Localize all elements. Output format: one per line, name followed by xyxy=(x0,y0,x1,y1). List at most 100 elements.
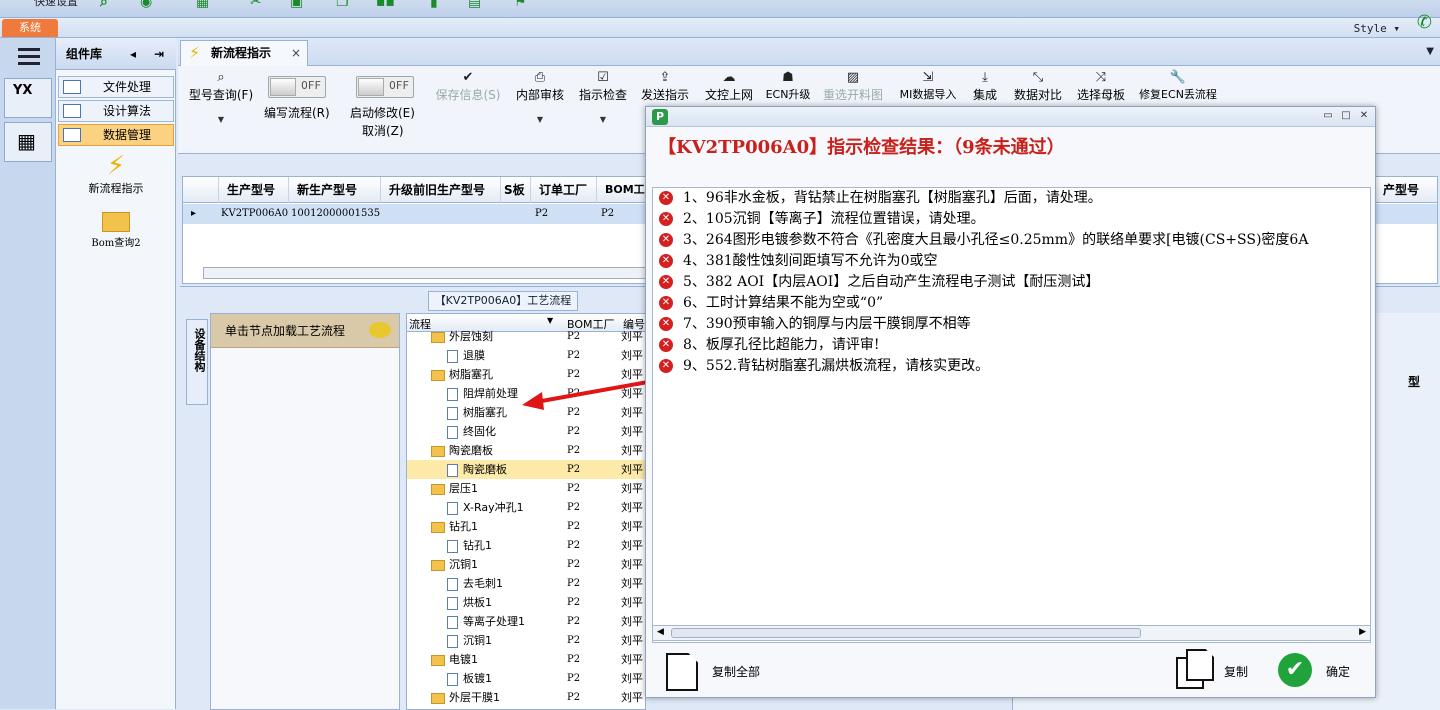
node-text: 陶瓷磨板 xyxy=(463,463,507,476)
tree-row[interactable]: 沉铜1 P2 刘平 xyxy=(407,555,645,574)
process-tab[interactable]: 【KV2TP006A0】工艺流程 xyxy=(428,291,578,311)
tool-new-flow-instruction[interactable]: ⚡ 新流程指示 xyxy=(56,152,176,196)
tree-row[interactable]: 钻孔1 P2 刘平 xyxy=(407,517,645,536)
grid-header[interactable]: 生产型号 xyxy=(219,177,289,203)
library-item-data-management[interactable]: 数据管理 xyxy=(58,124,174,146)
grid-header[interactable]: BOM工厂 xyxy=(597,177,647,203)
grid-header[interactable]: 升级前旧生产型号 xyxy=(381,177,501,203)
instruction-check-button[interactable]: ☑ 指示检查 ▼ xyxy=(576,70,630,124)
write-flow-toggle[interactable]: OFF xyxy=(268,76,326,98)
close-icon[interactable]: ✕ xyxy=(1357,109,1371,123)
tool-bom-query[interactable]: Bom查询2 xyxy=(56,208,176,249)
menu-button[interactable] xyxy=(4,38,52,74)
library-title: 组件库 xyxy=(66,47,103,61)
check-result-dialog: P ▭ □ ✕ 【KV2TP006A0】指示检查结果：（9条未通过） ✕ 1、96… xyxy=(645,106,1376,698)
grid-icon[interactable]: ▦ xyxy=(196,0,212,10)
chart-icon[interactable]: ▤ xyxy=(468,0,484,10)
integrate-button[interactable]: ⤓ 集成 xyxy=(968,70,1002,103)
stamp-icon[interactable]: ▮ xyxy=(430,0,446,10)
tree-row[interactable]: 等离子处理1 P2 刘平 xyxy=(407,612,645,631)
grid-header[interactable]: 产型号 xyxy=(1375,177,1435,203)
tree-bom-cell: P2 xyxy=(567,521,581,532)
folder-icon xyxy=(431,331,445,343)
save-icon[interactable]: ▣ xyxy=(290,0,306,10)
repair-ecn-button[interactable]: 🔧 修复ECN丢流程 xyxy=(1136,70,1220,102)
tree-row[interactable]: 陶瓷磨板 P2 刘平 xyxy=(407,441,645,460)
ok-button[interactable]: 确定 xyxy=(1326,663,1350,680)
grid-header[interactable]: S板 xyxy=(501,177,531,203)
data-compare-button[interactable]: ⤡ 数据对比 xyxy=(1010,70,1066,103)
tree-code-cell: 刘平 xyxy=(621,444,643,457)
reselect-drawing-button[interactable]: ▨ 重选开料图 xyxy=(820,70,886,103)
select-master-button[interactable]: ⤨ 选择母板 xyxy=(1074,70,1128,103)
tree-row[interactable]: X-Ray冲孔1 P2 刘平 xyxy=(407,498,645,517)
phone-icon[interactable]: ✆ xyxy=(1417,12,1432,33)
scroll-left-icon[interactable]: ◀ xyxy=(657,627,664,637)
error-item: ✕ 4、381酸性蚀刻间距填写不允许为0或空 xyxy=(655,251,1370,272)
window-icon xyxy=(63,104,81,118)
error-icon: ✕ xyxy=(659,359,673,373)
minimize-icon[interactable]: ▭ xyxy=(1321,109,1335,123)
model-query-button[interactable]: ⌕ 型号查询(F) ▼ xyxy=(186,70,256,124)
folder-icon xyxy=(431,559,445,571)
check-circle-icon[interactable]: ✔ xyxy=(1278,653,1312,687)
grid-corner xyxy=(183,177,219,203)
tree-row[interactable]: 沉铜1 P2 刘平 xyxy=(407,631,645,650)
tree-code-cell: 刘平 xyxy=(621,539,643,552)
collapse-icon[interactable]: ◂ xyxy=(130,38,136,70)
globe-icon[interactable]: ◉ xyxy=(140,0,156,10)
shuffle-icon: ⤨ xyxy=(1095,70,1107,85)
grid-header[interactable]: 订单工厂 xyxy=(531,177,597,203)
equipment-structure-tab[interactable]: 设备结构 xyxy=(186,319,208,405)
copy-icon[interactable]: ❐ xyxy=(336,0,352,10)
tree-row[interactable]: 终固化 P2 刘平 xyxy=(407,422,645,441)
document-icon[interactable] xyxy=(666,653,698,691)
chevron-down-icon[interactable]: ▼ xyxy=(1426,46,1434,57)
tree-icon[interactable]: ⚑ xyxy=(514,0,530,10)
cancel-button[interactable]: 取消(Z) xyxy=(362,122,404,139)
system-tab[interactable]: 系统 xyxy=(2,19,58,37)
style-menu[interactable]: Style ▾ xyxy=(1354,22,1400,35)
copy-button[interactable]: 复制 xyxy=(1224,663,1248,680)
tree-row[interactable]: 板镀1 P2 刘平 xyxy=(407,669,645,688)
tree-row[interactable]: 层压1 P2 刘平 xyxy=(407,479,645,498)
internal-review-button[interactable]: ⎙ 内部审核 ▼ xyxy=(512,70,568,124)
tree-row[interactable]: 电镀1 P2 刘平 xyxy=(407,650,645,669)
pin-icon[interactable]: ⇥ xyxy=(154,38,164,70)
grid-header[interactable]: 新生产型号 xyxy=(289,177,381,203)
save-info-button[interactable]: ✔ 保存信息(S) xyxy=(432,70,504,103)
factory-button[interactable]: YX xyxy=(4,78,52,118)
ecn-upgrade-button[interactable]: ☗ ECN升级 xyxy=(762,70,814,102)
tree-row[interactable]: 去毛刺1 P2 刘平 xyxy=(407,574,645,593)
scissors-icon[interactable]: ✂ xyxy=(250,0,266,10)
scroll-thumb[interactable] xyxy=(671,628,1141,638)
copy-all-button[interactable]: 复制全部 xyxy=(712,663,760,680)
maximize-icon[interactable]: □ xyxy=(1339,109,1353,123)
tree-row[interactable]: 外层蚀刻 P2 刘平 xyxy=(407,327,645,346)
tree-row[interactable]: 外层干膜1 P2 刘平 xyxy=(407,688,645,707)
button-label: 指示检查 xyxy=(578,88,627,102)
send-instruction-button[interactable]: ⇪ 发送指示 xyxy=(638,70,692,103)
tree-code-cell: 刘平 xyxy=(621,501,643,514)
chevron-down-icon[interactable]: ▼ xyxy=(547,316,553,325)
scroll-right-icon[interactable]: ▶ xyxy=(1359,627,1366,637)
tree-row[interactable]: 陶瓷磨板 P2 刘平 xyxy=(407,460,645,479)
close-icon[interactable]: × xyxy=(291,41,301,65)
search-icon[interactable]: ⌕ xyxy=(100,0,116,10)
window-icon xyxy=(63,80,81,94)
tree-row[interactable]: 钻孔1 P2 刘平 xyxy=(407,536,645,555)
tools-button[interactable]: ▦ xyxy=(4,122,52,162)
app-logo-icon: P xyxy=(652,109,668,125)
doc-online-button[interactable]: ☁ 文控上网 xyxy=(702,70,756,103)
tab-new-flow-instruction[interactable]: ⚡ 新流程指示 × xyxy=(180,40,308,66)
tree-row[interactable]: 烘板1 P2 刘平 xyxy=(407,593,645,612)
library-item-file-processing[interactable]: 文件处理 xyxy=(58,76,174,98)
page-icon xyxy=(447,615,458,629)
library-item-design-algorithm[interactable]: 设计算法 xyxy=(58,100,174,122)
tree-row[interactable]: 退膜 P2 刘平 xyxy=(407,346,645,365)
error-list-scrollbar[interactable]: ◀ ▶ xyxy=(652,625,1371,641)
apps-icon[interactable]: ▪▪ xyxy=(376,0,395,10)
enable-modify-toggle[interactable]: OFF xyxy=(356,76,414,98)
node-text: 树脂塞孔 xyxy=(463,406,507,419)
mi-import-button[interactable]: ⇲ MI数据导入 xyxy=(894,70,962,102)
